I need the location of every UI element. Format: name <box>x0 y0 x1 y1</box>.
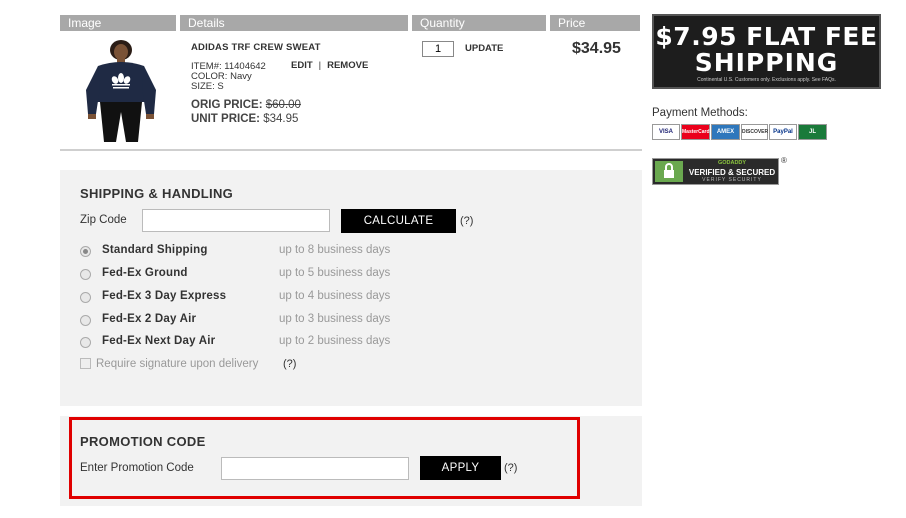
radio-button[interactable] <box>80 315 91 326</box>
zip-label: Zip Code <box>80 214 127 226</box>
shipping-option-fedex-2day[interactable]: Fed-Ex 2 Day Air up to 3 business days <box>80 313 440 329</box>
product-size: SIZE: S <box>191 81 224 92</box>
radio-button[interactable] <box>80 337 91 348</box>
radio-button[interactable] <box>80 246 91 257</box>
banner-line1: $7.95 FLAT FEE <box>655 22 878 51</box>
registered-mark: ® <box>781 156 787 165</box>
paypal-icon: PayPal <box>769 124 797 140</box>
column-header-price: Price <box>550 15 640 31</box>
product-image[interactable] <box>78 40 164 142</box>
option-time: up to 3 business days <box>279 313 391 325</box>
line-price: $34.95 <box>572 40 621 57</box>
unit-price: UNIT PRICE: $34.95 <box>191 113 298 125</box>
size-value: S <box>217 81 224 92</box>
option-label: Standard Shipping <box>102 244 208 256</box>
godaddy-title: VERIFIED & SECURED <box>688 168 776 177</box>
product-actions: EDIT | REMOVE <box>291 60 368 71</box>
option-time: up to 4 business days <box>279 290 391 302</box>
shipping-option-fedex-ground[interactable]: Fed-Ex Ground up to 5 business days <box>80 267 440 283</box>
signature-label: Require signature upon delivery <box>96 358 259 370</box>
size-label: SIZE: <box>191 81 215 92</box>
banner-fine-print: Continental U.S. Customers only. Exclusi… <box>697 77 836 83</box>
option-label: Fed-Ex Next Day Air <box>102 335 216 347</box>
option-label: Fed-Ex Ground <box>102 267 188 279</box>
jl-card-icon: JL <box>798 124 827 140</box>
option-time: up to 2 business days <box>279 335 391 347</box>
discover-icon: DISCOVER <box>741 124 768 140</box>
zip-help-icon[interactable]: (?) <box>460 215 473 227</box>
row-divider <box>60 149 642 151</box>
color-value: Navy <box>230 71 252 82</box>
radio-button[interactable] <box>80 269 91 280</box>
shipping-option-standard[interactable]: Standard Shipping up to 8 business days <box>80 244 440 260</box>
calculate-button[interactable]: CALCULATE <box>341 209 456 233</box>
payment-methods-label: Payment Methods: <box>652 107 748 119</box>
product-name[interactable]: ADIDAS TRF CREW SWEAT <box>191 42 321 53</box>
banner-line2: SHIPPING <box>694 48 839 77</box>
godaddy-subtitle: VERIFY SECURITY <box>702 177 762 183</box>
signature-checkbox[interactable] <box>80 358 91 369</box>
option-time: up to 8 business days <box>279 244 391 256</box>
orig-price: ORIG PRICE: $60.00 <box>191 99 301 111</box>
godaddy-brand: GODADDY <box>717 160 747 166</box>
update-button[interactable]: UPDATE <box>465 43 503 54</box>
lock-icon <box>655 161 683 182</box>
visa-icon: VISA <box>652 124 680 140</box>
zip-input[interactable] <box>142 209 330 232</box>
action-separator: | <box>318 60 322 71</box>
unit-price-label: UNIT PRICE: <box>191 113 260 125</box>
column-header-image: Image <box>60 15 176 31</box>
unit-price-value: $34.95 <box>263 113 299 125</box>
flat-fee-shipping-banner[interactable]: $7.95 FLAT FEE SHIPPING Continental U.S.… <box>652 14 881 89</box>
column-header-details: Details <box>180 15 408 31</box>
shipping-title: SHIPPING & HANDLING <box>80 186 234 201</box>
remove-link[interactable]: REMOVE <box>327 60 368 71</box>
amex-icon: AMEX <box>711 124 740 140</box>
orig-price-label: ORIG PRICE: <box>191 99 263 111</box>
promotion-highlight-box <box>69 417 580 499</box>
shipping-option-fedex-3day[interactable]: Fed-Ex 3 Day Express up to 4 business da… <box>80 290 440 306</box>
column-header-quantity: Quantity <box>412 15 546 31</box>
godaddy-verified-badge[interactable]: GODADDY VERIFIED & SECURED VERIFY SECURI… <box>652 158 779 185</box>
edit-link[interactable]: EDIT <box>291 60 313 71</box>
option-label: Fed-Ex 3 Day Express <box>102 290 227 302</box>
shipping-option-fedex-nextday[interactable]: Fed-Ex Next Day Air up to 2 business day… <box>80 335 440 351</box>
radio-button[interactable] <box>80 292 91 303</box>
mastercard-icon: MasterCard <box>681 124 710 140</box>
signature-help-icon[interactable]: (?) <box>283 358 296 370</box>
option-time: up to 5 business days <box>279 267 391 279</box>
orig-price-value: $60.00 <box>265 99 301 111</box>
option-label: Fed-Ex 2 Day Air <box>102 313 197 325</box>
quantity-input[interactable] <box>422 41 454 57</box>
shipping-panel <box>60 170 642 406</box>
